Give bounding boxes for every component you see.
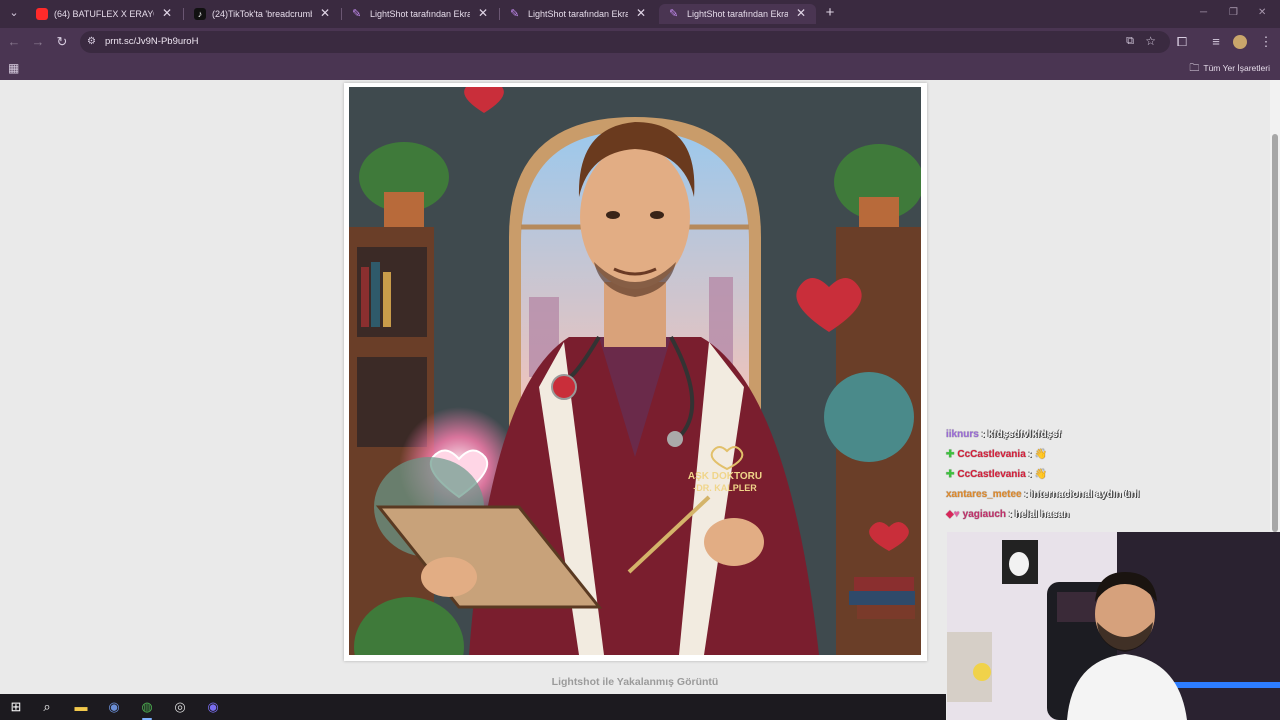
profile-avatar[interactable] — [1233, 35, 1247, 49]
tab-title: LightShot tarafından Ekran Gör — [687, 9, 788, 19]
tab-title: (24)TikTok'ta 'breadcrumbing' i — [212, 9, 312, 19]
windows-start-icon[interactable]: ⊞ — [7, 698, 25, 716]
close-tab-icon[interactable]: ✕ — [320, 6, 330, 20]
app-icon[interactable]: ◉ — [105, 698, 123, 716]
chat-username: xantares_metee — [946, 489, 1022, 500]
chat-username: yagiauch — [962, 509, 1006, 520]
tab-tiktok[interactable]: ♪ (24)TikTok'ta 'breadcrumbing' i ✕ — [184, 4, 340, 24]
chat-message: ✚ CcCastlevania : 👋 — [946, 469, 1048, 480]
chat-text: 👋 — [1034, 449, 1048, 460]
chat-message: iiknurs : kfdşsdfvlkfdşsf — [946, 429, 1062, 440]
more-menu-icon[interactable]: ⋮ — [1258, 34, 1274, 50]
close-tab-icon[interactable]: ✕ — [478, 6, 488, 20]
page-caption: Lightshot ile Yakalanmış Görüntü — [551, 676, 719, 688]
tab-lightshot-1[interactable]: ✎ LightShot tarafından Ekran Gör ✕ — [342, 4, 498, 24]
close-window-icon[interactable]: ✕ — [1258, 5, 1266, 21]
search-icon[interactable]: ⌕ — [38, 698, 56, 716]
chat-message: ✚ CcCastlevania : 👋 — [946, 449, 1048, 460]
heart-icon: ♥ — [953, 509, 960, 520]
webcam-feed — [947, 532, 1280, 720]
chat-username: iiknurs — [946, 429, 979, 440]
tab-search-chevron-icon[interactable]: ⌄ — [6, 5, 22, 21]
close-tab-icon[interactable]: ✕ — [796, 6, 806, 20]
chrome-icon[interactable]: ◍ — [138, 698, 156, 720]
screenshot-image[interactable]: AŞK DOKTORU -DR. KALPLER — [349, 87, 921, 655]
screenshot-frame: AŞK DOKTORU -DR. KALPLER — [344, 83, 927, 661]
tab-youtube[interactable]: (64) BATUFLEX X ERAY067 & M ✕ — [26, 4, 182, 24]
tab-title: LightShot tarafından Ekran Gör — [528, 9, 628, 19]
tab-strip: ⌄ (64) BATUFLEX X ERAY067 & M ✕ ♪ (24)Ti… — [0, 0, 1280, 28]
media-control-icon[interactable]: ≡ — [1208, 34, 1224, 50]
chat-message: ◆♥ yagiauch : helal hasan — [946, 509, 1070, 520]
tab-lightshot-2[interactable]: ✎ LightShot tarafından Ekran Gör ✕ — [500, 4, 656, 24]
tiktok-icon: ♪ — [194, 8, 206, 20]
extensions-icon[interactable]: ⧠ — [1174, 34, 1190, 50]
close-tab-icon[interactable]: ✕ — [636, 6, 646, 20]
badge-text-line2: -DR. KALPLER — [693, 483, 757, 493]
stream-chat-overlay: iiknurs : kfdşsdfvlkfdşsf ✚ CcCastlevania… — [946, 428, 1276, 528]
youtube-icon — [36, 8, 48, 20]
lightshot-feather-icon: ✎ — [352, 8, 362, 20]
bookmark-star-icon[interactable]: ☆ — [1145, 34, 1156, 48]
chat-text: internacional aydın ünl — [1030, 489, 1140, 500]
windows-taskbar: ⊞ ⌕ ▬ ◉ ◍ ◎ ◉ — [0, 694, 946, 720]
install-app-icon[interactable]: ⧉ — [1126, 34, 1134, 48]
forward-icon[interactable]: → — [30, 34, 46, 50]
browser-toolbar: ← → ↻ ⚙ prnt.sc/Jv9N-Pb9uroH ⧉ ☆ ⧠ ≡ ⋮ — [0, 28, 1280, 56]
discord-icon[interactable]: ◉ — [204, 698, 222, 716]
chat-username: CcCastlevania — [957, 469, 1026, 480]
chat-text: helal hasan — [1014, 509, 1070, 520]
url-text[interactable]: prnt.sc/Jv9N-Pb9uroH — [105, 35, 198, 49]
address-bar[interactable]: ⚙ prnt.sc/Jv9N-Pb9uroH ⧉ ☆ — [80, 31, 1170, 53]
obs-icon[interactable]: ◎ — [171, 698, 189, 716]
webcam-overlay — [947, 532, 1280, 720]
back-icon[interactable]: ← — [6, 34, 22, 50]
file-explorer-icon[interactable]: ▬ — [72, 698, 90, 716]
site-info-icon[interactable]: ⚙ — [87, 35, 96, 49]
all-bookmarks-button[interactable]: 🗀 Tüm Yer İşaretleri — [1189, 61, 1270, 76]
chat-message: xantares_metee : internacional aydın ünl — [946, 489, 1140, 500]
tab-lightshot-3-active[interactable]: ✎ LightShot tarafından Ekran Gör ✕ — [659, 4, 816, 24]
gem-icon: ◆ — [946, 509, 954, 520]
restore-icon[interactable]: ❐ — [1229, 5, 1238, 21]
plus-icon: ✚ — [946, 449, 955, 460]
lightshot-feather-icon: ✎ — [669, 8, 679, 20]
chat-username: CcCastlevania — [957, 449, 1026, 460]
plus-icon: ✚ — [946, 469, 955, 480]
all-bookmarks-label: Tüm Yer İşaretleri — [1203, 63, 1270, 73]
folder-icon: 🗀 — [1189, 63, 1200, 74]
apps-grid-icon[interactable]: ▦ — [8, 61, 19, 75]
close-tab-icon[interactable]: ✕ — [162, 6, 172, 20]
badge-text-line1: AŞK DOKTORU — [688, 471, 762, 482]
lightshot-feather-icon: ✎ — [510, 8, 520, 20]
chat-text: kfdşsdfvlkfdşsf — [987, 429, 1062, 440]
new-tab-button[interactable]: + — [822, 4, 838, 22]
reload-icon[interactable]: ↻ — [54, 34, 70, 50]
tab-title: (64) BATUFLEX X ERAY067 & M — [54, 9, 154, 19]
tab-title: LightShot tarafından Ekran Gör — [370, 9, 470, 19]
bookmarks-bar: ▦ 🗀 Tüm Yer İşaretleri — [0, 56, 1280, 80]
minimize-icon[interactable]: ─ — [1200, 5, 1207, 21]
chat-text: 👋 — [1034, 469, 1048, 480]
